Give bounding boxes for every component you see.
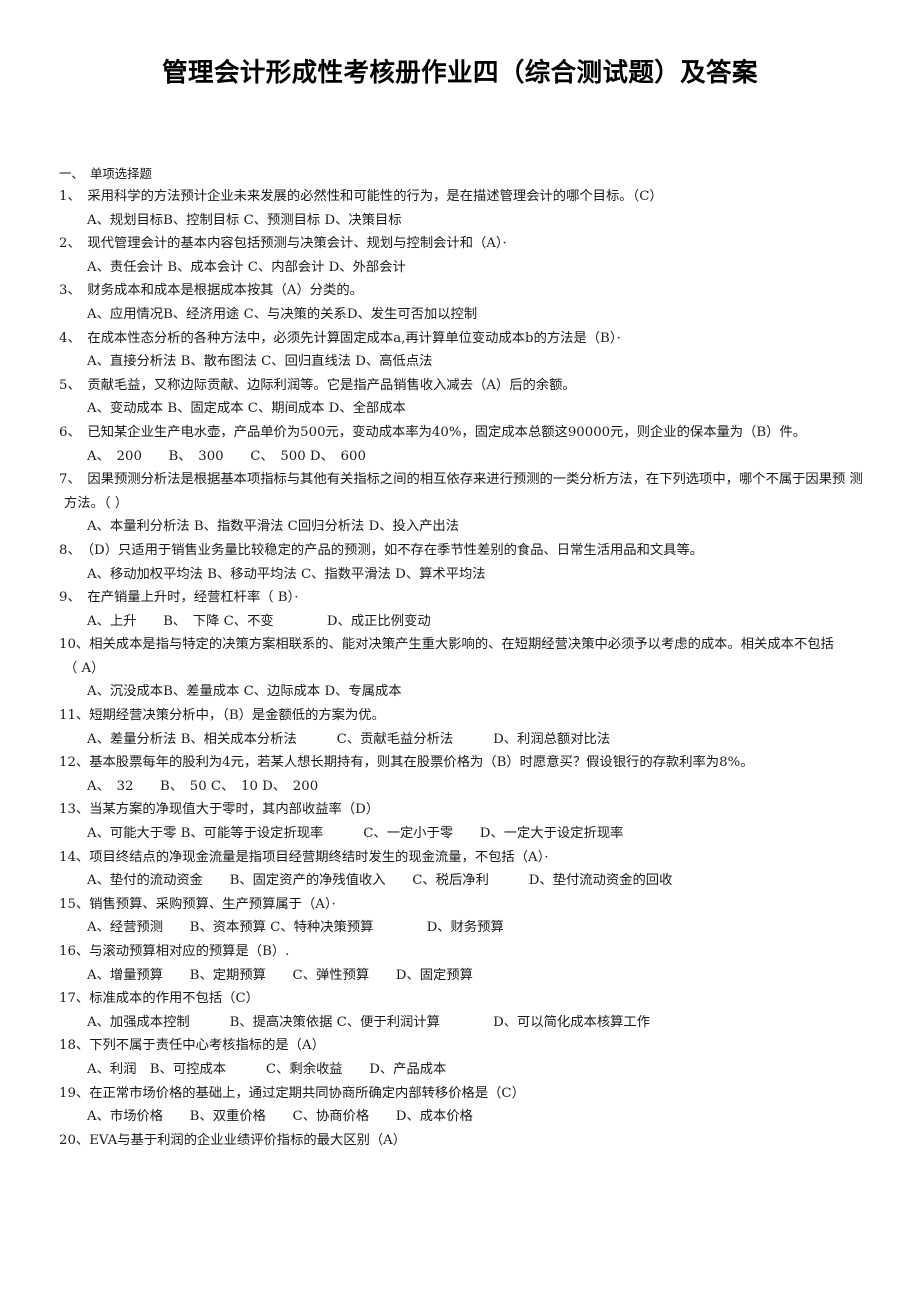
section-heading: 一、 单项选择题	[59, 166, 152, 181]
question-options: A、 32 B、 50 C、 10 D、 200	[87, 778, 319, 794]
question-stem: 1、 采用科学的方法预计企业未来发展的必然性和可能性的行为，是在描述管理会计的哪…	[59, 189, 663, 204]
question-options: A、 200 B、 300 C、 500 D、 600	[87, 448, 366, 464]
question-options: A、变动成本 B、固定成本 C、期间成本 D、全部成本	[87, 401, 406, 417]
question-options: A、差量分析法 B、相关成本分析法 C、贡献毛益分析法 D、利润总额对比法	[87, 731, 611, 747]
question-options: A、可能大于零 B、可能等于设定折现率 C、一定小于零 D、一定大于设定折现率	[87, 826, 624, 842]
question-stem: 9、 在产销量上升时，经营杠杆率（ B）·	[59, 590, 299, 606]
question-options: A、上升 B、 下降 C、不变 D、成正比例变动	[87, 613, 431, 629]
question-stem: 3、 财务成本和成本是根据成本按其（A）分类的。	[59, 283, 363, 299]
question-options: A、增量预算 B、定期预算 C、弹性预算 D、固定预算	[87, 967, 473, 983]
question-options: A、市场价格 B、双重价格 C、协商价格 D、成本价格	[87, 1109, 473, 1125]
question-stem-continued: （ A）	[64, 660, 105, 676]
question-stem: 16、与滚动预算相对应的预算是（B）.	[59, 944, 290, 959]
document-page: 管理会计形成性考核册作业四（综合测试题）及答案 一、 单项选择题 1、 采用科学的…	[0, 0, 920, 1302]
question-stem: 10、相关成本是指与特定的决策方案相联系的、能对决策产生重大影响的、在短期经营决…	[59, 637, 834, 653]
question-stem-continued: 方法。（ ）	[64, 495, 129, 511]
page-title: 管理会计形成性考核册作业四（综合测试题）及答案	[162, 58, 758, 88]
question-stem: 15、销售预算、采购预算、生产预算属于（A）·	[59, 896, 336, 912]
question-stem: 7、 因果预测分析法是根据基本项指标与其他有关指标之间的相互依存来进行预测的一类…	[59, 472, 863, 488]
question-options: A、经营预测 B、资本预算 C、特种决策预算 D、财务预算	[87, 920, 504, 936]
question-stem: 5、 贡献毛益，又称边际贡献、边际利润等。它是指产品销售收入减去（A）后的余额。	[59, 377, 576, 393]
question-stem: 11、短期经营决策分析中，（B）是金额低的方案为优。	[59, 708, 385, 724]
question-stem: 2、 现代管理会计的基本内容包括预测与决策会计、规划与控制会计和（A）·	[59, 236, 507, 252]
question-options: A、责任会计 B、成本会计 C、内部会计 D、外部会计	[87, 259, 406, 275]
question-stem: 20、EVA与基于利润的企业业绩评价指标的最大区别（A）	[59, 1132, 407, 1148]
question-stem: 18、下列不属于责任中心考核指标的是（A）	[59, 1038, 325, 1054]
question-stem: 12、基本股票每年的股利为4元，若某人想长期持有，则其在股票价格为（B）时愿意买…	[59, 755, 754, 771]
question-options: A、沉没成本B、差量成本 C、边际成本 D、专属成本	[87, 684, 402, 700]
document-body: 一、 单项选择题 1、 采用科学的方法预计企业未来发展的必然性和可能性的行为，是在…	[59, 163, 865, 1152]
question-stem: 13、当某方案的净现值大于零时，其内部收益率（D）	[59, 802, 380, 818]
question-stem: 4、 在成本性态分析的各种方法中，必须先计算固定成本a,再计算单位变动成本b的方…	[59, 330, 621, 346]
question-options: A、移动加权平均法 B、移动平均法 C、指数平滑法 D、算术平均法	[87, 566, 486, 582]
question-stem: 17、标准成本的作用不包括（C）	[59, 991, 259, 1007]
question-options: A、垫付的流动资金 B、固定资产的净残值收入 C、税后净利 D、垫付流动资金的回…	[87, 873, 673, 889]
question-stem: 14、项目终结点的净现金流量是指项目经营期终结时发生的现金流量，不包括（A）·	[59, 849, 549, 865]
question-options: A、直接分析法 B、散布图法 C、回归直线法 D、高低点法	[87, 354, 433, 370]
question-options: A、利润 B、可控成本 C、剩余收益 D、产品成本	[87, 1061, 447, 1077]
question-stem: 8、 （D）只适用于销售业务量比较稳定的产品的预测，如不存在季节性差别的食品、日…	[59, 542, 704, 558]
question-options: A、本量利分析法 B、指数平滑法 C回归分析法 D、投入产出法	[87, 519, 460, 535]
question-options: A、加强成本控制 B、提高决策依据 C、便于利润计算 D、可以简化成本核算工作	[87, 1014, 651, 1030]
question-options: A、规划目标B、控制目标 C、预测目标 D、决策目标	[87, 212, 402, 228]
question-stem: 19、在正常市场价格的基础上，通过定期共同协商所确定内部转移价格是（C）	[59, 1085, 525, 1101]
question-options: A、应用情况B、经济用途 C、与决策的关系D、发生可否加以控制	[87, 306, 478, 322]
question-stem: 6、 已知某企业生产电水壶，产品单价为500元，变动成本率为40%，固定成本总额…	[59, 424, 807, 440]
